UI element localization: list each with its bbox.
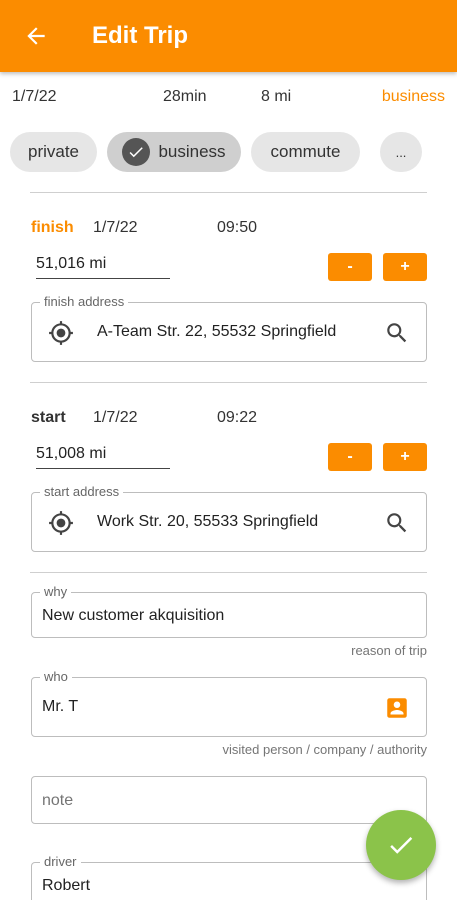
category-chips: private business commute ... [10, 132, 447, 172]
finish-label: finish [31, 219, 74, 236]
start-address-field[interactable]: start address Work Str. 20, 55533 Spring… [31, 484, 427, 552]
field-label: who [40, 669, 72, 684]
gps-target-icon[interactable] [48, 320, 74, 346]
finish-address: A-Team Str. 22, 55532 Springfield [97, 323, 337, 340]
chip-label: ... [395, 144, 407, 160]
note-field[interactable]: note [31, 776, 427, 824]
start-address: Work Str. 20, 55533 Springfield [97, 513, 319, 530]
trip-date: 1/7/22 [12, 88, 57, 105]
field-label: start address [40, 484, 124, 499]
field-label: driver [40, 854, 81, 869]
finish-minus-button[interactable]: - [328, 253, 372, 281]
chip-business[interactable]: business [107, 132, 241, 172]
app-bar: Edit Trip [0, 0, 457, 72]
finish-address-field[interactable]: finish address A-Team Str. 22, 55532 Spr… [31, 294, 427, 362]
search-icon[interactable] [384, 320, 410, 346]
divider [30, 572, 427, 573]
save-fab-button[interactable] [366, 810, 436, 880]
contact-card-icon[interactable] [384, 695, 410, 721]
divider [30, 192, 427, 193]
check-circle-icon [122, 138, 151, 166]
field-label: why [40, 584, 72, 599]
start-odometer-input[interactable]: 51,008 mi [36, 443, 170, 469]
note-placeholder: note [42, 792, 74, 809]
field-label: finish address [40, 294, 129, 309]
start-plus-button[interactable]: + [383, 443, 427, 471]
gps-target-icon[interactable] [48, 510, 74, 536]
why-helper-text: reason of trip [351, 643, 427, 658]
why-value: New customer akquisition [42, 607, 225, 624]
chip-commute[interactable]: commute [251, 132, 360, 172]
page-title: Edit Trip [92, 22, 188, 49]
divider [30, 382, 427, 383]
finish-date[interactable]: 1/7/22 [93, 219, 137, 237]
trip-duration: 28min [163, 88, 207, 105]
chip-label: commute [270, 142, 341, 161]
start-minus-button[interactable]: - [328, 443, 372, 471]
finish-time[interactable]: 09:50 [217, 219, 257, 237]
finish-odometer-input[interactable]: 51,016 mi [36, 253, 170, 279]
check-icon [390, 837, 413, 854]
why-field[interactable]: why New customer akquisition [31, 584, 427, 638]
chip-private[interactable]: private [10, 132, 97, 172]
start-time[interactable]: 09:22 [217, 409, 257, 427]
who-value: Mr. T [42, 698, 79, 715]
search-icon[interactable] [384, 510, 410, 536]
arrow-left-icon [27, 27, 45, 45]
trip-summary: 1/7/22 28min 8 mi business [12, 88, 445, 112]
trip-category: business [381, 88, 445, 105]
driver-value: Robert [42, 877, 91, 894]
start-date[interactable]: 1/7/22 [93, 409, 137, 427]
back-button[interactable] [0, 0, 72, 72]
who-helper-text: visited person / company / authority [222, 742, 428, 757]
trip-distance: 8 mi [261, 88, 292, 105]
who-field[interactable]: who Mr. T [31, 669, 427, 737]
driver-field[interactable]: driver Robert [31, 854, 427, 900]
chip-label: private [27, 142, 80, 161]
finish-plus-button[interactable]: + [383, 253, 427, 281]
start-label: start [31, 409, 66, 426]
chip-label: business [158, 142, 226, 161]
chip-more[interactable]: ... [380, 132, 422, 172]
